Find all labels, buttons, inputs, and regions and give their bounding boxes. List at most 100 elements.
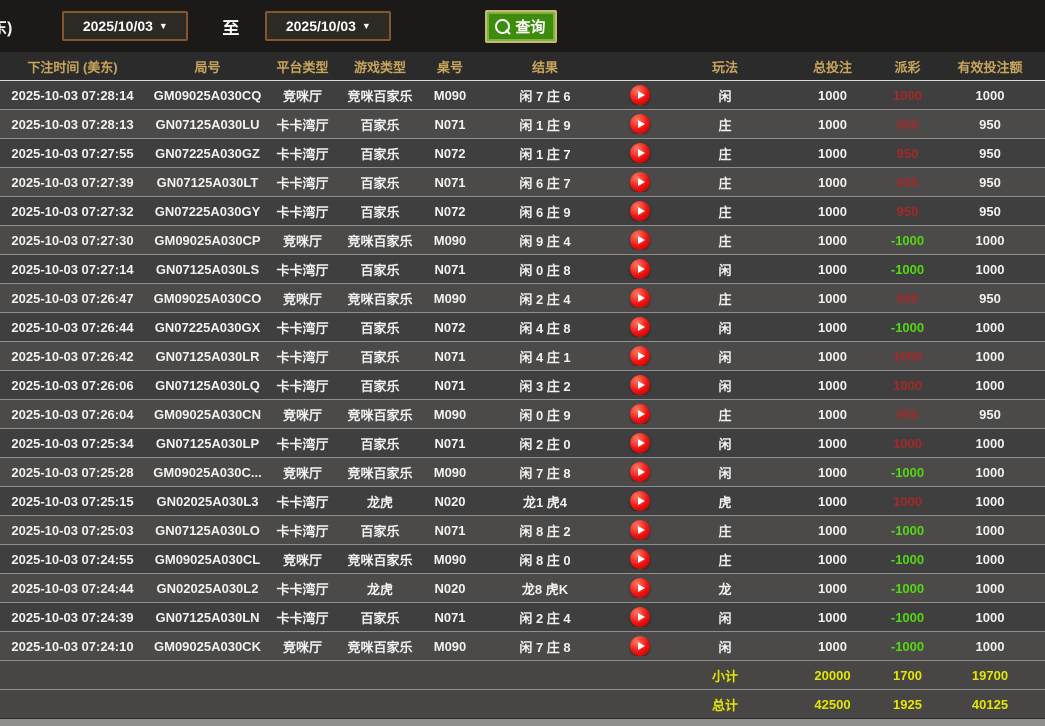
play-video-button[interactable] <box>630 317 650 337</box>
chevron-down-icon: ▼ <box>361 20 371 31</box>
table-no-cell: M090 <box>433 551 467 567</box>
game-type-cell: 百家乐 <box>360 146 400 162</box>
search-icon <box>495 18 511 34</box>
play-video-button[interactable] <box>630 172 650 192</box>
total-bet-cell: 1000 <box>818 116 847 132</box>
table-no-cell: M090 <box>433 232 467 248</box>
bet-time-cell: 2025-10-03 07:25:34 <box>11 435 134 451</box>
play-icon <box>637 439 645 447</box>
play-video-button[interactable] <box>630 114 650 134</box>
subtotal-total-bet: 20000 <box>814 667 851 683</box>
total-bet-cell: 1000 <box>818 203 847 219</box>
valid-bet-cell: 950 <box>979 116 1001 132</box>
table-no-cell: N072 <box>434 145 466 161</box>
play-video-button[interactable] <box>630 607 650 627</box>
round-id-cell: GN07125A030LP <box>155 435 260 451</box>
play-cell <box>615 404 665 424</box>
result-cell: 闲 7 庄 6 <box>519 88 571 104</box>
play-video-button[interactable] <box>630 288 650 308</box>
bet-time-cell: 2025-10-03 07:26:04 <box>11 406 134 422</box>
table-no-cell: N071 <box>434 377 466 393</box>
payout-cell: 950 <box>896 290 919 306</box>
date-to-picker[interactable]: 2025/10/03 ▼ <box>265 11 392 41</box>
play-icon <box>637 265 645 273</box>
bet-type-cell: 庄 <box>718 117 732 133</box>
play-cell <box>615 636 665 656</box>
play-video-button[interactable] <box>630 85 650 105</box>
bet-type-cell: 庄 <box>718 291 732 307</box>
toolbar: 东) 2025/10/03 ▼ 至 2025/10/03 ▼ 查询 <box>0 0 1045 52</box>
total-bet-cell: 1000 <box>818 609 847 625</box>
table-no-cell: N071 <box>434 116 466 132</box>
play-video-button[interactable] <box>630 346 650 366</box>
play-video-button[interactable] <box>630 259 650 279</box>
bet-time-cell: 2025-10-03 07:26:44 <box>11 319 134 335</box>
play-cell <box>615 230 665 250</box>
play-cell <box>615 114 665 134</box>
bet-type-cell: 庄 <box>718 175 732 191</box>
play-video-button[interactable] <box>630 230 650 250</box>
result-cell: 闲 2 庄 0 <box>519 436 571 452</box>
play-cell <box>615 172 665 192</box>
chevron-down-icon: ▼ <box>158 20 168 31</box>
table-no-cell: N071 <box>434 348 466 364</box>
round-id-cell: GN07125A030LS <box>155 261 260 277</box>
platform-type-cell: 卡卡湾厅 <box>276 262 329 278</box>
play-video-button[interactable] <box>630 549 650 569</box>
valid-bet-cell: 1000 <box>975 319 1005 335</box>
valid-bet-cell: 1000 <box>975 87 1005 103</box>
payout-cell: 1000 <box>893 348 922 364</box>
table-row: 2025-10-03 07:24:39 GN07125A030LN 卡卡湾厅 百… <box>0 602 1045 631</box>
play-cell <box>615 549 665 569</box>
play-cell <box>615 433 665 453</box>
play-video-button[interactable] <box>630 636 650 656</box>
result-cell: 闲 9 庄 4 <box>519 233 571 249</box>
platform-type-cell: 卡卡湾厅 <box>276 523 329 539</box>
total-bet-cell: 1000 <box>818 174 847 190</box>
play-video-button[interactable] <box>630 462 650 482</box>
valid-bet-cell: 1000 <box>975 435 1005 451</box>
to-label: 至 <box>222 18 240 38</box>
payout-cell: 1000 <box>893 493 922 509</box>
play-video-button[interactable] <box>630 520 650 540</box>
play-video-button[interactable] <box>630 375 650 395</box>
date-from-picker[interactable]: 2025/10/03 ▼ <box>62 11 189 41</box>
result-cell: 闲 4 庄 8 <box>519 320 571 336</box>
play-video-button[interactable] <box>630 491 650 511</box>
play-video-button[interactable] <box>630 433 650 453</box>
round-id-cell: GM09025A030CK <box>154 638 261 654</box>
play-cell <box>615 85 665 105</box>
game-type-cell: 竞咪百家乐 <box>347 233 413 249</box>
query-button[interactable]: 查询 <box>485 9 558 43</box>
total-bet-cell: 1000 <box>818 261 847 277</box>
valid-bet-cell: 950 <box>979 174 1001 190</box>
result-cell: 龙1 虎4 <box>522 494 568 510</box>
platform-type-cell: 卡卡湾厅 <box>276 349 329 365</box>
play-video-button[interactable] <box>630 578 650 598</box>
result-cell: 闲 6 庄 7 <box>519 175 571 191</box>
play-video-button[interactable] <box>630 404 650 424</box>
platform-type-cell: 竞咪厅 <box>282 552 322 568</box>
play-cell <box>615 259 665 279</box>
payout-cell: 950 <box>896 203 919 219</box>
play-icon <box>637 236 645 244</box>
game-type-cell: 竞咪百家乐 <box>347 291 413 307</box>
game-type-cell: 竞咪百家乐 <box>347 552 413 568</box>
play-video-button[interactable] <box>630 201 650 221</box>
bet-type-cell: 庄 <box>718 552 732 568</box>
game-type-cell: 百家乐 <box>360 175 400 191</box>
header-total-bet: 总投注 <box>812 59 852 75</box>
header-valid-bet: 有效投注额 <box>957 59 1023 75</box>
payout-cell: 950 <box>896 174 919 190</box>
platform-type-cell: 竞咪厅 <box>282 465 322 481</box>
payout-cell: -1000 <box>890 522 925 538</box>
play-cell <box>615 375 665 395</box>
valid-bet-cell: 1000 <box>975 493 1005 509</box>
bottom-scrollbar-strip[interactable] <box>0 718 1045 726</box>
valid-bet-cell: 950 <box>979 203 1001 219</box>
play-video-button[interactable] <box>630 143 650 163</box>
play-cell <box>615 491 665 511</box>
result-cell: 龙8 虎K <box>521 581 569 597</box>
game-type-cell: 百家乐 <box>360 610 400 626</box>
platform-type-cell: 卡卡湾厅 <box>276 175 329 191</box>
